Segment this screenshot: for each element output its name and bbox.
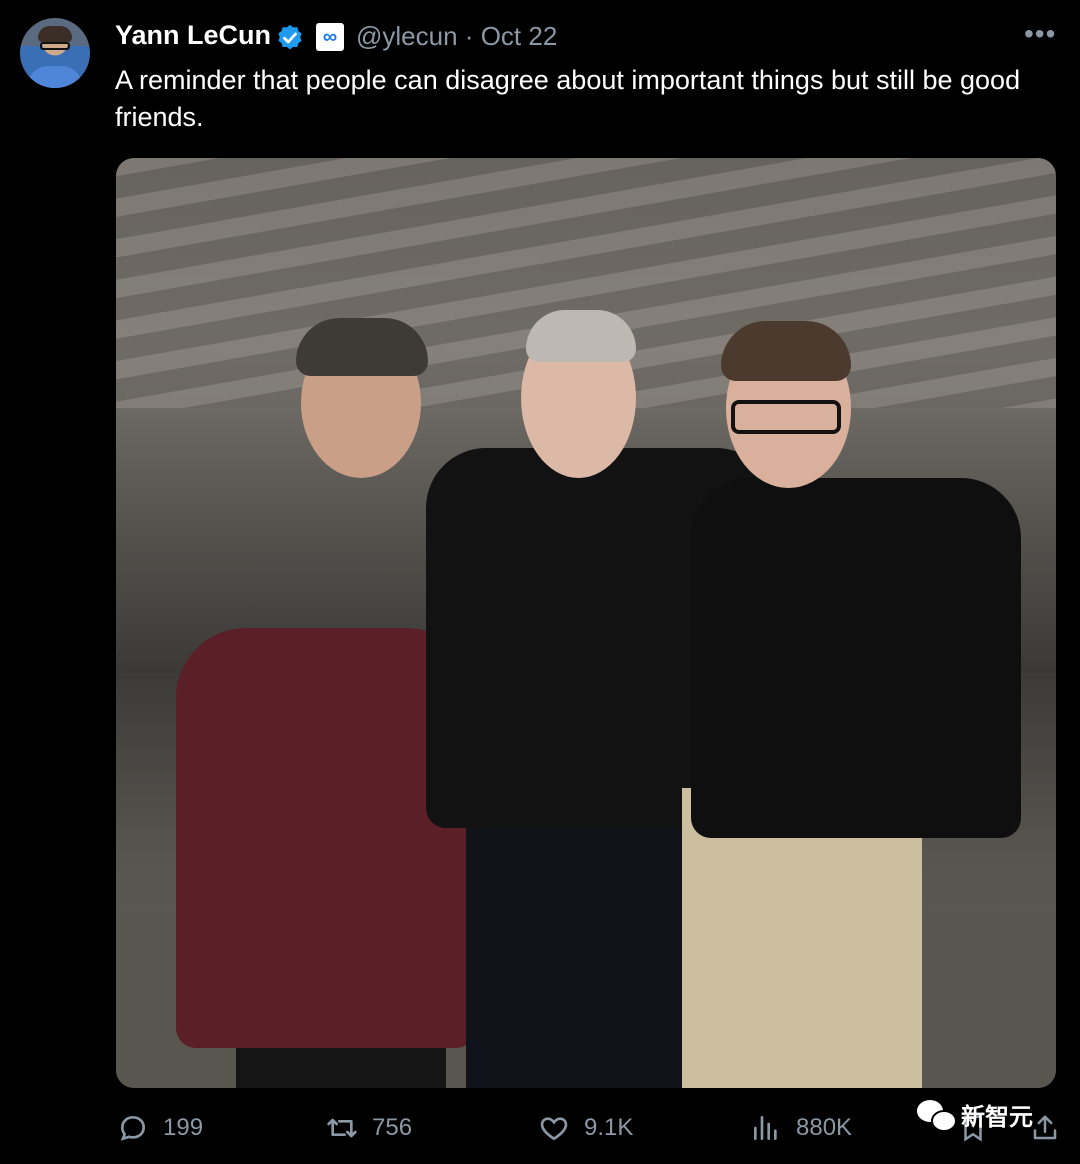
verified-badge-icon: [278, 24, 302, 50]
person-left-hair: [296, 318, 428, 376]
avatar-shirt: [28, 66, 82, 88]
tweet-text: A reminder that people can disagree abou…: [115, 65, 1021, 132]
share-icon[interactable]: [1030, 1112, 1060, 1144]
person-middle-legs: [466, 788, 686, 1088]
meta-logo-icon[interactable]: ∞: [316, 23, 344, 51]
views-icon: [754, 1116, 777, 1140]
views-count: 880K: [796, 1114, 853, 1141]
heart-icon: [540, 1117, 568, 1141]
like-button[interactable]: 9.1K: [538, 1112, 633, 1144]
watermark: 新智元: [915, 1097, 1033, 1132]
retweet-count: 756: [372, 1114, 413, 1141]
tweet-photo[interactable]: [116, 158, 1056, 1088]
separator: ·: [464, 21, 474, 51]
person-middle-hair: [526, 310, 636, 362]
author-name[interactable]: Yann LeCun: [115, 20, 271, 51]
person-right-body: [691, 478, 1021, 838]
avatar-glasses: [40, 42, 70, 50]
handle-date[interactable]: @ylecun · Oct 22: [356, 21, 557, 52]
like-count: 9.1K: [584, 1114, 634, 1141]
person-right-glasses: [731, 400, 841, 434]
watermark-text: 新智元: [961, 1104, 1033, 1131]
post-date[interactable]: Oct 22: [481, 21, 558, 51]
views-button[interactable]: 880K: [750, 1112, 852, 1144]
avatar[interactable]: [20, 18, 90, 88]
handle[interactable]: @ylecun: [356, 21, 458, 51]
meta-logo-glyph: ∞: [322, 26, 338, 48]
avatar-hair: [38, 26, 72, 42]
more-horizontal-icon[interactable]: •••: [1024, 18, 1056, 50]
wechat-icon: [915, 1098, 957, 1132]
reply-count: 199: [163, 1114, 204, 1141]
reply-button[interactable]: 199: [117, 1112, 203, 1144]
retweet-icon: [327, 1118, 357, 1138]
retweet-button[interactable]: 756: [326, 1112, 412, 1144]
reply-icon: [120, 1115, 146, 1141]
person-right-hair: [721, 321, 851, 381]
